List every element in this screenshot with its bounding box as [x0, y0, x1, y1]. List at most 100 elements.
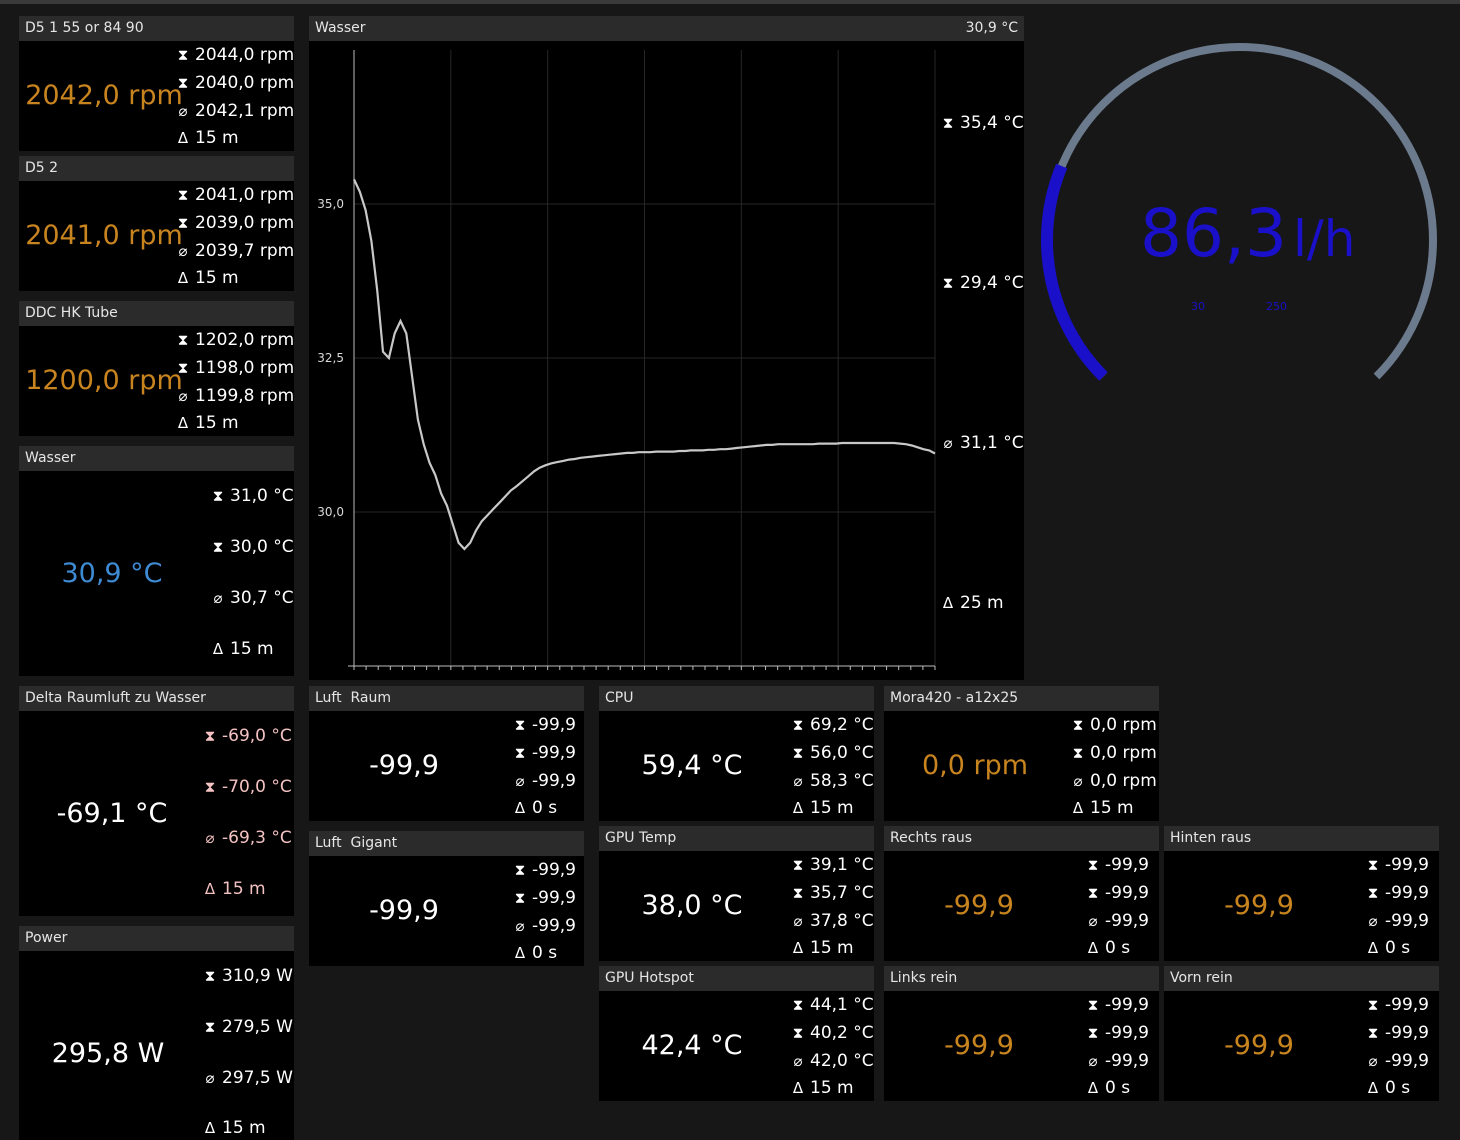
tile-min: 40,2 °C — [810, 1023, 874, 1043]
min-hourglass-icon: ⧗ — [1087, 884, 1099, 902]
average-icon: ⌀ — [1073, 772, 1083, 790]
gauge-fill — [1041, 163, 1108, 381]
tile-title: D5 1 55 or 84 90 — [19, 16, 294, 41]
average-icon: ⌀ — [515, 772, 525, 790]
max-hourglass-icon: ⧗ — [792, 856, 804, 874]
tile-d5-2[interactable]: D5 2 2041,0 rpm ⧗ 2041,0 rpm ⧗ 2039,0 rpm … — [19, 156, 294, 291]
tile-dt: 0 s — [1385, 938, 1411, 958]
tile-dt: 0 s — [1105, 938, 1131, 958]
tile-title: Rechts raus — [884, 826, 1159, 851]
tile-value: 42,4 °C — [641, 1030, 743, 1061]
average-icon: ⌀ — [178, 387, 188, 405]
tile-max: -69,0 °C — [222, 726, 292, 746]
tile-value: 59,4 °C — [641, 750, 743, 781]
delta-t-icon: Δ — [212, 640, 224, 658]
y-tick-label: 30,0 — [317, 505, 344, 519]
min-hourglass-icon: ⧗ — [1087, 1024, 1099, 1042]
tile-wasser[interactable]: Wasser 30,9 °C ⧗ 31,0 °C ⧗ 30,0 °C ⌀ 30,7 °… — [19, 446, 294, 676]
tile-max: 39,1 °C — [810, 855, 874, 875]
window-top-border — [0, 0, 1460, 4]
tile-luft-gigant[interactable]: Luft Gigant -99,9 ⧗ -99,9 ⧗ -99,9 ⌀ -99,9 Δ… — [309, 831, 584, 966]
max-hourglass-icon: ⧗ — [177, 46, 189, 64]
tile-min: 279,5 W — [222, 1017, 293, 1037]
max-hourglass-icon: ⧗ — [514, 861, 526, 879]
tile-power[interactable]: Power 295,8 W ⧗ 310,9 W ⧗ 279,5 W ⌀ 297,5 W… — [19, 926, 294, 1140]
tile-avg: 2042,1 rpm — [195, 101, 295, 121]
min-hourglass-icon: ⧗ — [212, 538, 224, 556]
tile-min: 56,0 °C — [810, 743, 874, 763]
average-icon: ⌀ — [1368, 1052, 1378, 1070]
tile-dt: 15 m — [222, 879, 266, 899]
tile-dt: 0 s — [1105, 1078, 1131, 1098]
tile-max: 310,9 W — [222, 966, 293, 986]
min-hourglass-icon: ⧗ — [792, 884, 804, 902]
tile-value: 38,0 °C — [641, 890, 743, 921]
tile-min: -99,9 — [1105, 883, 1149, 903]
tile-gpu-temp[interactable]: GPU Temp 38,0 °C ⧗ 39,1 °C ⧗ 35,7 °C ⌀ 37,8… — [599, 826, 874, 961]
tile-min: 1198,0 rpm — [195, 358, 295, 378]
delta-t-icon: Δ — [177, 129, 189, 147]
average-icon: ⌀ — [1368, 912, 1378, 930]
min-hourglass-icon: ⧗ — [942, 274, 954, 292]
delta-t-icon: Δ — [514, 799, 526, 817]
tile-dt: 0 s — [532, 798, 558, 818]
tile-max: -99,9 — [1105, 855, 1149, 875]
tile-cpu[interactable]: CPU 59,4 °C ⧗ 69,2 °C ⧗ 56,0 °C ⌀ 58,3 °C Δ… — [599, 686, 874, 821]
tile-min: 30,0 °C — [230, 537, 294, 557]
graph-dt: 25 m — [960, 593, 1004, 613]
delta-t-icon: Δ — [792, 939, 804, 957]
tile-rechts-raus[interactable]: Rechts raus -99,9 ⧗ -99,9 ⧗ -99,9 ⌀ -99,9 Δ… — [884, 826, 1159, 961]
average-icon: ⌀ — [943, 434, 953, 452]
average-icon: ⌀ — [178, 102, 188, 120]
tile-avg: 297,5 W — [222, 1068, 293, 1088]
tile-title: Mora420 - a12x25 — [884, 686, 1159, 711]
tile-ddc[interactable]: DDC HK Tube 1200,0 rpm ⧗ 1202,0 rpm ⧗ 1198… — [19, 301, 294, 436]
tile-mora420[interactable]: Mora420 - a12x25 0,0 rpm ⧗ 0,0 rpm ⧗ 0,0 r… — [884, 686, 1159, 821]
average-icon: ⌀ — [178, 242, 188, 260]
tile-title: Luft Gigant — [309, 831, 584, 856]
tile-links-rein[interactable]: Links rein -99,9 ⧗ -99,9 ⧗ -99,9 ⌀ -99,9 Δ0… — [884, 966, 1159, 1101]
water-temperature-chart: 35,0 32,5 30,0 — [317, 50, 936, 670]
tile-hinten-raus[interactable]: Hinten raus -99,9 ⧗ -99,9 ⧗ -99,9 ⌀ -99,9 Δ… — [1164, 826, 1439, 961]
tile-dt: 0 s — [1385, 1078, 1411, 1098]
tile-vorn-rein[interactable]: Vorn rein -99,9 ⧗ -99,9 ⧗ -99,9 ⌀ -99,9 Δ 0 … — [1164, 966, 1439, 1101]
tile-max: -99,9 — [1105, 995, 1149, 1015]
max-hourglass-icon: ⧗ — [177, 186, 189, 204]
tile-d5-1[interactable]: D5 1 55 or 84 90 2042,0 rpm ⧗ 2044,0 rpm … — [19, 16, 294, 151]
tile-wasser-graph[interactable]: Wasser 30,9 °C 35,0 32,5 30,0 ⧗ 35,4 °C ⧗ 29,… — [309, 16, 1024, 680]
max-hourglass-icon: ⧗ — [514, 716, 526, 734]
gauge-number: 86,3 — [1140, 195, 1287, 272]
tile-value: 0,0 rpm — [921, 750, 1029, 781]
max-hourglass-icon: ⧗ — [212, 487, 224, 505]
tile-min: 35,7 °C — [810, 883, 874, 903]
tile-gpu-hotspot[interactable]: GPU Hotspot 42,4 °C ⧗ 44,1 °C ⧗ 40,2 °C ⌀ 4… — [599, 966, 874, 1101]
max-hourglass-icon: ⧗ — [177, 331, 189, 349]
tile-value: -99,9 — [369, 895, 439, 926]
delta-t-icon: Δ — [514, 944, 526, 962]
min-hourglass-icon: ⧗ — [204, 778, 216, 796]
graph-min: 29,4 °C — [960, 273, 1024, 293]
graph-max: 35,4 °C — [960, 113, 1024, 133]
max-hourglass-icon: ⧗ — [204, 727, 216, 745]
tile-max: 2044,0 rpm — [195, 45, 295, 65]
tile-max: 44,1 °C — [810, 995, 874, 1015]
tile-max: 31,0 °C — [230, 486, 294, 506]
tile-delta-raumluft[interactable]: Delta Raumluft zu Wasser -69,1 °C ⧗ -69,0… — [19, 686, 294, 916]
graph-avg: 31,1 °C — [960, 433, 1024, 453]
average-icon: ⌀ — [205, 829, 215, 847]
max-hourglass-icon: ⧗ — [204, 967, 216, 985]
average-icon: ⌀ — [205, 1069, 215, 1087]
min-hourglass-icon: ⧗ — [1367, 884, 1379, 902]
tile-title: GPU Temp — [599, 826, 874, 851]
tile-luft-raum[interactable]: Luft Raum -99,9 ⧗ -99,9 ⧗ -99,9 ⌀ -99,9 Δ 0 … — [309, 686, 584, 821]
tile-avg: 58,3 °C — [810, 771, 874, 791]
min-hourglass-icon: ⧗ — [177, 74, 189, 92]
tile-max: 0,0 rpm — [1090, 715, 1157, 735]
max-hourglass-icon: ⧗ — [1367, 996, 1379, 1014]
gauge-value: 86,3 l/h — [1140, 195, 1355, 272]
average-icon: ⌀ — [793, 772, 803, 790]
y-tick-label: 32,5 — [317, 351, 344, 365]
tile-avg: 30,7 °C — [230, 588, 294, 608]
tile-avg: 1199,8 rpm — [195, 386, 295, 406]
tile-min: 2039,0 rpm — [195, 213, 295, 233]
